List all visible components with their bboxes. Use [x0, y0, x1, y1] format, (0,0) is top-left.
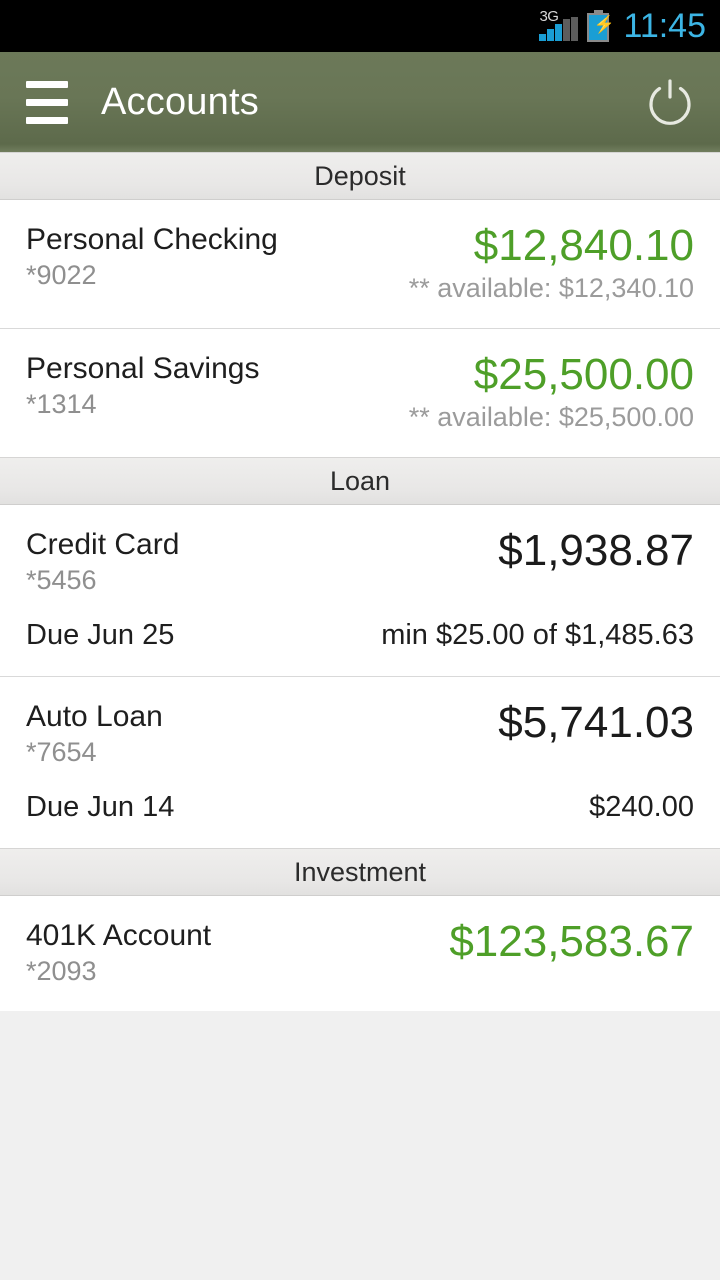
account-name: Personal Checking: [26, 223, 278, 256]
section-title: Investment: [293, 856, 427, 887]
account-number-mask: *9022: [26, 260, 97, 290]
signal-bars-icon: 3G: [539, 9, 579, 43]
accounts-scroll-area[interactable]: Deposit Personal Checking *9022 $12,840.…: [0, 152, 720, 1280]
action-bar: Accounts: [0, 52, 720, 152]
account-number-mask: *5456: [26, 565, 97, 595]
app-screen: 3G ⚡ 11:45 Accounts Deposit Personal Che…: [0, 0, 720, 1280]
account-balance: $12,840.10: [473, 221, 694, 270]
account-balance: $5,741.03: [498, 698, 694, 747]
account-balance: $123,583.67: [449, 917, 694, 966]
account-row-401k[interactable]: 401K Account *2093 $123,583.67: [0, 896, 720, 1011]
section-title: Loan: [329, 465, 391, 496]
account-balance: $1,938.87: [498, 526, 694, 575]
account-number-mask: *1314: [26, 389, 97, 419]
hamburger-menu-icon[interactable]: [26, 80, 68, 124]
empty-area: [0, 1011, 720, 1280]
section-header-loan: Loan: [0, 457, 720, 505]
account-name: Credit Card: [26, 528, 180, 561]
battery-charging-icon: ⚡: [587, 10, 615, 42]
account-balance: $25,500.00: [473, 350, 694, 399]
account-row-personal-checking[interactable]: Personal Checking *9022 $12,840.10 ** av…: [0, 200, 720, 329]
account-due-amount: $240.00: [589, 791, 694, 823]
account-row-auto-loan[interactable]: Auto Loan *7654 $5,741.03 Due Jun 14 $24…: [0, 677, 720, 848]
status-bar-clock: 11:45: [623, 7, 706, 45]
account-row-credit-card[interactable]: Credit Card *5456 $1,938.87 Due Jun 25 m…: [0, 505, 720, 677]
power-logout-icon[interactable]: [642, 74, 698, 130]
accounts-list: Deposit Personal Checking *9022 $12,840.…: [0, 152, 720, 1011]
section-header-investment: Investment: [0, 848, 720, 896]
account-available-balance: ** available: $25,500.00: [408, 402, 694, 432]
account-number-mask: *7654: [26, 737, 97, 767]
signal-strength-bars: [539, 17, 579, 41]
section-title: Deposit: [314, 160, 406, 191]
account-available-balance: ** available: $12,340.10: [408, 273, 694, 303]
account-row-personal-savings[interactable]: Personal Savings *1314 $25,500.00 ** ava…: [0, 329, 720, 457]
page-title: Accounts: [101, 80, 259, 123]
status-bar-icons: 3G ⚡ 11:45: [539, 0, 706, 52]
account-due-date: Due Jun 25: [26, 619, 175, 651]
account-due-amount: min $25.00 of $1,485.63: [381, 619, 694, 651]
account-name: Personal Savings: [26, 352, 260, 385]
status-bar: 3G ⚡ 11:45: [0, 0, 720, 52]
account-number-mask: *2093: [26, 956, 97, 986]
account-name: Auto Loan: [26, 700, 163, 733]
section-header-deposit: Deposit: [0, 152, 720, 200]
account-due-date: Due Jun 14: [26, 791, 175, 823]
account-name: 401K Account: [26, 919, 212, 952]
